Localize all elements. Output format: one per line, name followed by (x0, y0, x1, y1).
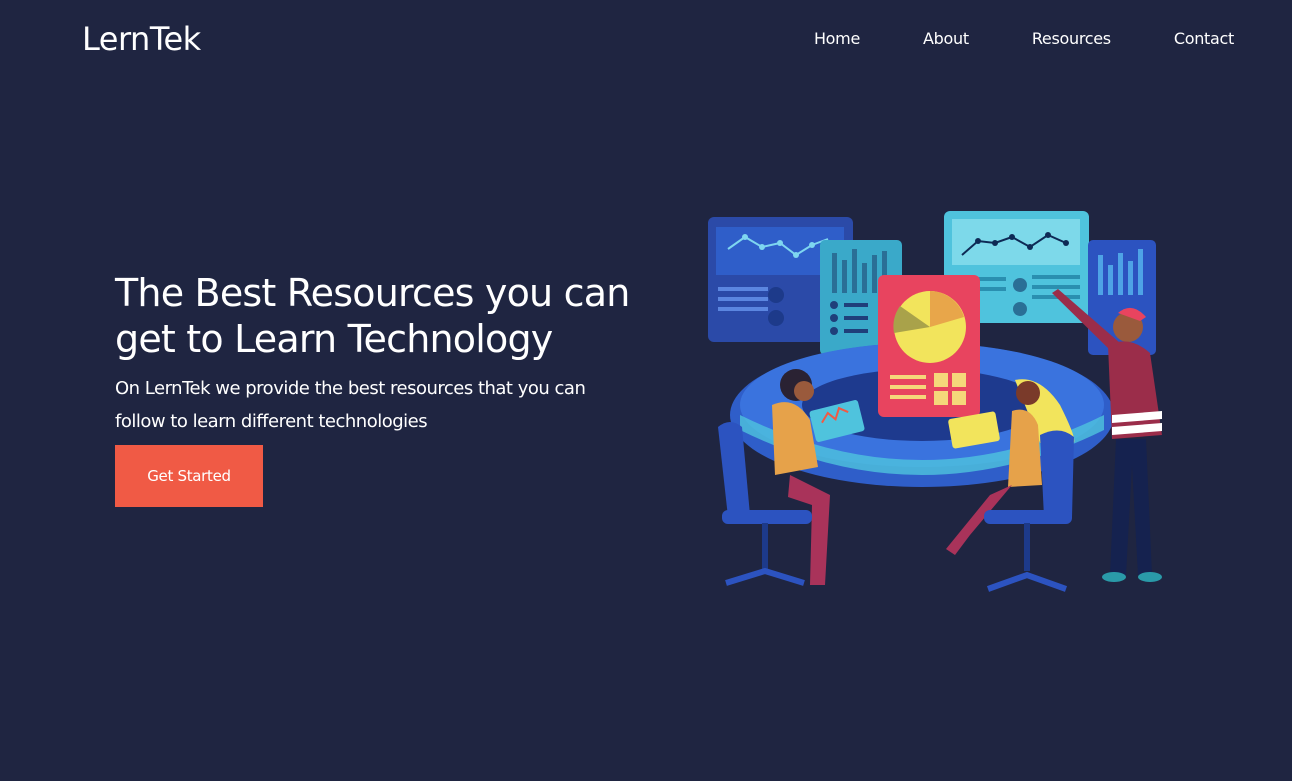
hero-title-line2: get to Learn Technology (115, 317, 553, 361)
hero-title: The Best Resources you can get to Learn … (115, 270, 635, 362)
nav-resources[interactable]: Resources (1032, 29, 1111, 48)
nav-about[interactable]: About (923, 29, 969, 48)
hero-section: The Best Resources you can get to Learn … (115, 270, 635, 438)
main-nav: Home About Resources Contact (751, 29, 1234, 48)
brand-logo[interactable]: LernTek (82, 20, 201, 58)
hero-subtitle: On LernTek we provide the best resources… (115, 378, 586, 432)
nav-home[interactable]: Home (814, 29, 860, 48)
team-meeting-illustration (708, 211, 1162, 592)
get-started-button[interactable]: Get Started (115, 445, 263, 507)
hero-title-line1: The Best Resources you can (115, 271, 630, 315)
nav-contact[interactable]: Contact (1174, 29, 1234, 48)
